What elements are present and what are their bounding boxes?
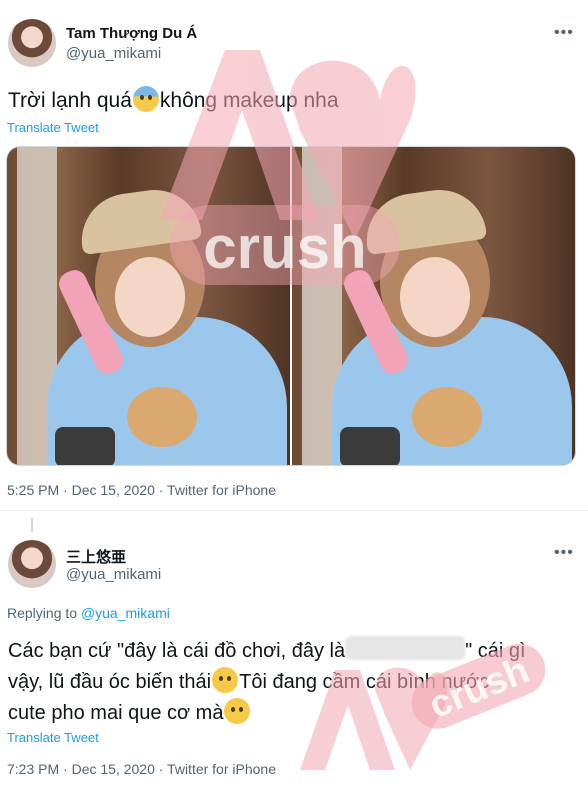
translate-tweet-link[interactable]: Translate Tweet [7,120,99,135]
user-handle[interactable]: @yua_mikami [66,45,161,62]
tweet-photo-1[interactable] [7,147,290,465]
divider [0,510,588,511]
avatar[interactable] [8,540,56,588]
tweet-photo-2[interactable] [292,147,575,465]
tweet-text-part: cute pho mai que cơ mà [8,702,224,724]
tweet-timestamp[interactable]: 7:23 PM · Dec 15, 2020 · Twitter for iPh… [7,761,276,777]
tweet-text-part: không makeup nha [159,89,339,112]
tweet-text-part: Các bạn cứ "đây là cái đồ chơi, đây là [8,640,346,662]
tweet-text-part: Tôi đang cầm cái bình nước [239,671,490,693]
tweet-text: Trời lạnh quá không makeup nha [8,86,339,113]
tweet-timestamp[interactable]: 5:25 PM · Dec 15, 2020 · Twitter for iPh… [7,482,276,498]
more-options-icon[interactable]: ••• [554,544,574,562]
blurred-word [345,636,466,660]
tweet-text-part: vậy, lũ đầu óc biến thái [8,671,212,693]
more-options-icon[interactable]: ••• [554,24,574,42]
tweet-text-part: " cái gì [465,640,526,662]
fearful-face-emoji-icon [132,86,159,112]
tweet-text: Các bạn cứ "đây là cái đồ chơi, đây là " … [8,636,526,729]
eye-roll-emoji-icon [212,667,239,693]
reply-handle-link[interactable]: @yua_mikami [81,605,170,621]
photo-grid [6,146,576,466]
replying-to: Replying to @yua_mikami [7,605,170,621]
avatar[interactable] [8,19,56,67]
display-name[interactable]: 三上悠亜 [66,546,126,567]
thread-connector [31,518,33,532]
translate-tweet-link[interactable]: Translate Tweet [7,730,99,745]
user-handle[interactable]: @yua_mikami [66,566,161,583]
replying-to-label: Replying to [7,605,81,621]
tweet-text-part: Trời lạnh quá [8,89,132,112]
eye-roll-emoji-icon [224,698,251,724]
display-name[interactable]: Tam Thượng Du Á [66,25,197,42]
